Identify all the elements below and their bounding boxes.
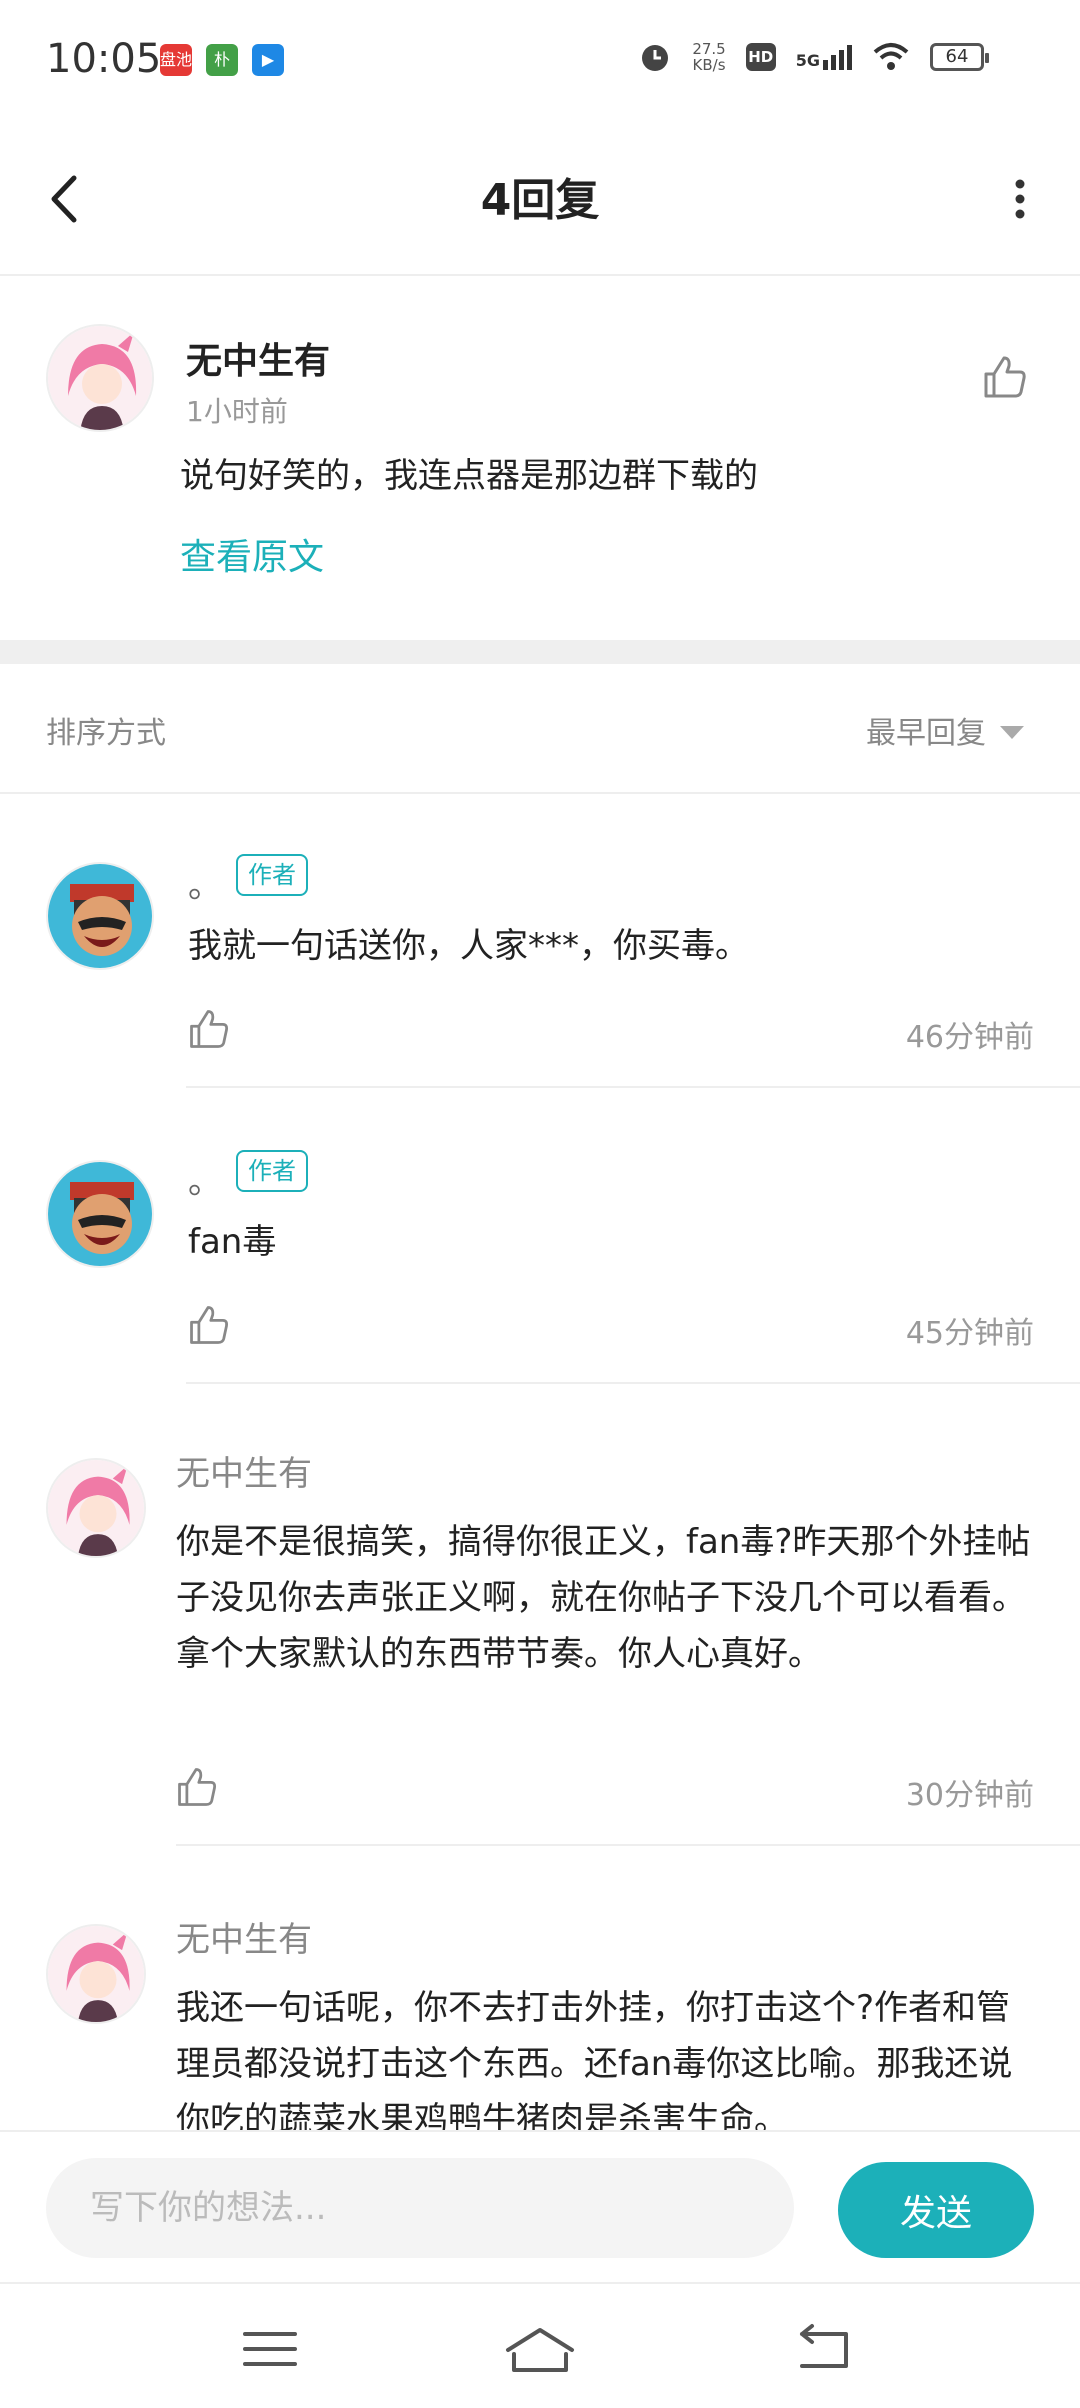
back-icon[interactable] [772, 2314, 872, 2384]
avatar[interactable] [46, 1458, 146, 1558]
reply-item: 。 作者 fan毒 45分钟前 [0, 1092, 1080, 1392]
section-divider [0, 640, 1080, 664]
post-time: 1小时前 [186, 395, 288, 428]
chevron-down-icon [1000, 725, 1024, 739]
reply-time: 30分钟前 [905, 1778, 1034, 1813]
app-notification-icon: 盘池 [160, 44, 192, 76]
status-app-icons: 盘池 朴 ▶ [160, 44, 284, 76]
thumbs-up-icon[interactable] [980, 352, 1030, 402]
top-bar: 4回复 [0, 120, 1080, 276]
sort-value: 最早回复 [866, 716, 986, 751]
status-time: 10:05 [46, 36, 162, 82]
wifi-icon [873, 43, 909, 70]
reply-text: 我还一句话呢，你不去打击外挂，你打击这个?作者和管理员都没说打击这个东西。还fa… [176, 1988, 1013, 2130]
reply-author-name[interactable]: 。 [188, 858, 222, 907]
network-speed: 27.5 KB/s [692, 41, 725, 73]
speed-unit: KB/s [692, 56, 726, 74]
page-title: 4回复 [480, 175, 600, 226]
reply-divider [176, 1844, 1080, 1846]
alarm-icon [642, 45, 669, 71]
signal-icon: 5G [795, 44, 852, 70]
reply-author-name[interactable]: 无中生有 [176, 1912, 312, 1961]
battery-icon: 64 [930, 43, 989, 71]
original-comment: 无中生有 1小时前 说句好笑的，我连点器是那边群下载的 查看原文 [0, 278, 1080, 640]
system-nav-bar [0, 2282, 1080, 2408]
reply-time: 46分钟前 [905, 1020, 1034, 1055]
reply-author-name[interactable]: 无中生有 [176, 1446, 312, 1495]
reply-text: fan毒 [188, 1222, 277, 1262]
app-notification-icon: ▶ [252, 44, 284, 76]
hd-icon: HD [745, 43, 776, 71]
reply-author-name[interactable]: 。 [188, 1154, 222, 1203]
avatar[interactable] [46, 1924, 146, 2024]
author-badge: 作者 [236, 1150, 308, 1192]
avatar[interactable] [46, 1160, 154, 1268]
reply-divider [186, 1382, 1080, 1384]
comment-input[interactable] [46, 2158, 794, 2258]
author-name[interactable]: 无中生有 [186, 332, 330, 384]
avatar[interactable] [46, 324, 154, 432]
reply-text: 我就一句话送你，人家***，你买毒。 [188, 926, 749, 966]
speed-value: 27.5 [692, 40, 726, 58]
reply-item: 。 作者 我就一句话送你，人家***，你买毒。 46分钟前 [0, 796, 1080, 1096]
status-right: 27.5 KB/s HD 5G 64 [638, 40, 989, 74]
comment-input-bar: 发送 [0, 2130, 1080, 2282]
menu-icon[interactable] [220, 2314, 320, 2384]
thumbs-up-icon[interactable] [186, 1006, 232, 1052]
send-button[interactable]: 发送 [838, 2162, 1034, 2258]
author-badge: 作者 [236, 854, 308, 896]
more-options-icon[interactable] [1000, 164, 1040, 234]
reply-divider [186, 1086, 1080, 1088]
view-original-link[interactable]: 查看原文 [180, 528, 324, 580]
sort-dropdown[interactable]: 最早回复 [866, 708, 1024, 752]
network-type: 5G [795, 50, 820, 70]
avatar[interactable] [46, 862, 154, 970]
reply-item: 无中生有 我还一句话呢，你不去打击外挂，你打击这个?作者和管理员都没说打击这个东… [0, 1850, 1080, 2130]
status-bar: 10:05 盘池 朴 ▶ 27.5 KB/s HD 5G 64 [0, 0, 1080, 120]
thumbs-up-icon[interactable] [174, 1764, 220, 1810]
thumbs-up-icon[interactable] [186, 1302, 232, 1348]
app-notification-icon: 朴 [206, 44, 238, 76]
home-icon[interactable] [490, 2314, 590, 2384]
reply-item: 无中生有 你是不是很搞笑，搞得你很正义，fan毒?昨天那个外挂帖子没见你去声张正… [0, 1388, 1080, 1848]
sort-label: 排序方式 [46, 716, 166, 751]
sort-row: 排序方式 最早回复 [0, 664, 1080, 794]
reply-text: 你是不是很搞笑，搞得你很正义，fan毒?昨天那个外挂帖子没见你去声张正义啊，就在… [176, 1522, 1031, 1674]
comment-text: 说句好笑的，我连点器是那边群下载的 [180, 456, 758, 496]
reply-time: 45分钟前 [905, 1316, 1034, 1351]
